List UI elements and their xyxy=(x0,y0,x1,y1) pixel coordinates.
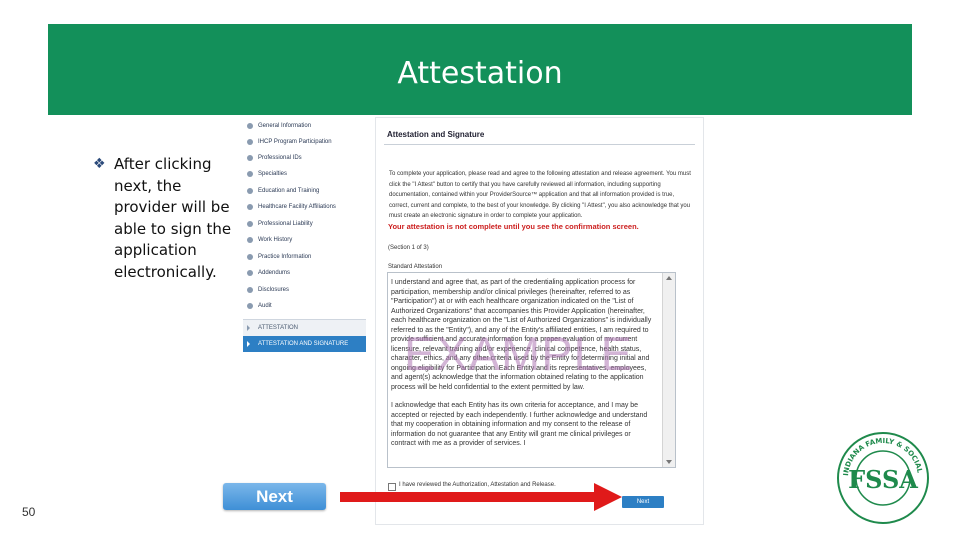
caret-right-icon xyxy=(247,341,250,347)
standard-attestation-label: Standard Attestation xyxy=(388,264,443,270)
sidebar-item-ihcp-program-participation[interactable]: IHCP Program Participation xyxy=(243,134,366,150)
warning-text: Your attestation is not complete until y… xyxy=(388,222,639,231)
status-dot-icon xyxy=(247,254,253,260)
sidebar-item-practice-information[interactable]: Practice Information xyxy=(243,249,366,265)
status-dot-icon xyxy=(247,204,253,210)
instructions-text: To complete your application, please rea… xyxy=(389,171,691,220)
scrollbar[interactable] xyxy=(662,273,675,467)
attestation-paragraph-2: I acknowledge that each Entity has its o… xyxy=(391,402,648,447)
sidebar-item-general-information[interactable]: General Information xyxy=(243,118,366,134)
bullet-text: After clicking next, the provider will b… xyxy=(114,155,232,281)
application-sidebar: General Information IHCP Program Partici… xyxy=(243,117,366,353)
section-indicator: (Section 1 of 3) xyxy=(388,245,429,251)
status-dot-icon xyxy=(247,171,253,177)
attestation-paragraph-1: I understand and agree that, as part of … xyxy=(391,279,652,391)
sidebar-item-professional-liability[interactable]: Professional Liability xyxy=(243,216,366,232)
status-dot-icon xyxy=(247,139,253,145)
status-dot-icon xyxy=(247,287,253,293)
status-dot-icon xyxy=(247,237,253,243)
sidebar-item-professional-ids[interactable]: Professional IDs xyxy=(243,150,366,166)
sidebar-item-education-and-training[interactable]: Education and Training xyxy=(243,183,366,199)
fssa-logo: INDIANA FAMILY & SOCIAL SERVICES FSSA xyxy=(836,431,929,524)
sidebar-section-attestation[interactable]: ATTESTATION xyxy=(243,319,366,336)
status-dot-icon xyxy=(247,123,253,129)
sidebar-item-work-history[interactable]: Work History xyxy=(243,232,366,248)
form-next-button[interactable]: Next xyxy=(622,496,664,508)
attestation-form: Attestation and Signature To complete yo… xyxy=(375,117,704,525)
sidebar-item-audit[interactable]: Audit xyxy=(243,298,366,314)
sidebar-item-specialties[interactable]: Specialties xyxy=(243,166,366,182)
scroll-up-icon[interactable] xyxy=(666,276,672,280)
sidebar-item-attestation-and-signature[interactable]: ATTESTATION AND SIGNATURE xyxy=(243,336,366,352)
status-dot-icon xyxy=(247,155,253,161)
title-banner: Attestation xyxy=(48,24,912,115)
sidebar-item-healthcare-facility-affiliations[interactable]: Healthcare Facility Affiliations xyxy=(243,199,366,215)
next-button-callout[interactable]: Next xyxy=(223,483,326,510)
caret-right-icon xyxy=(247,325,250,331)
status-dot-icon xyxy=(247,188,253,194)
status-dot-icon xyxy=(247,303,253,309)
logo-mark: FSSA xyxy=(848,465,918,494)
diamond-bullet-icon: ❖ xyxy=(93,156,106,172)
arrow-shaft xyxy=(340,492,596,502)
attestation-text: I understand and agree that, as part of … xyxy=(391,278,657,458)
sidebar-item-disclosures[interactable]: Disclosures xyxy=(243,282,366,298)
title-divider xyxy=(384,144,695,145)
red-arrow-icon xyxy=(594,483,622,511)
reviewed-checkbox[interactable] xyxy=(388,483,396,491)
attestation-text-scrollbox[interactable]: I understand and agree that, as part of … xyxy=(387,272,676,468)
form-title: Attestation and Signature xyxy=(387,130,485,139)
reviewed-checkbox-label: I have reviewed the Authorization, Attes… xyxy=(399,482,556,488)
sidebar-item-addendums[interactable]: Addendums xyxy=(243,265,366,281)
status-dot-icon xyxy=(247,270,253,276)
scroll-down-icon[interactable] xyxy=(666,460,672,464)
page-title: Attestation xyxy=(397,56,563,91)
status-dot-icon xyxy=(247,221,253,227)
page-number: 50 xyxy=(22,505,36,519)
